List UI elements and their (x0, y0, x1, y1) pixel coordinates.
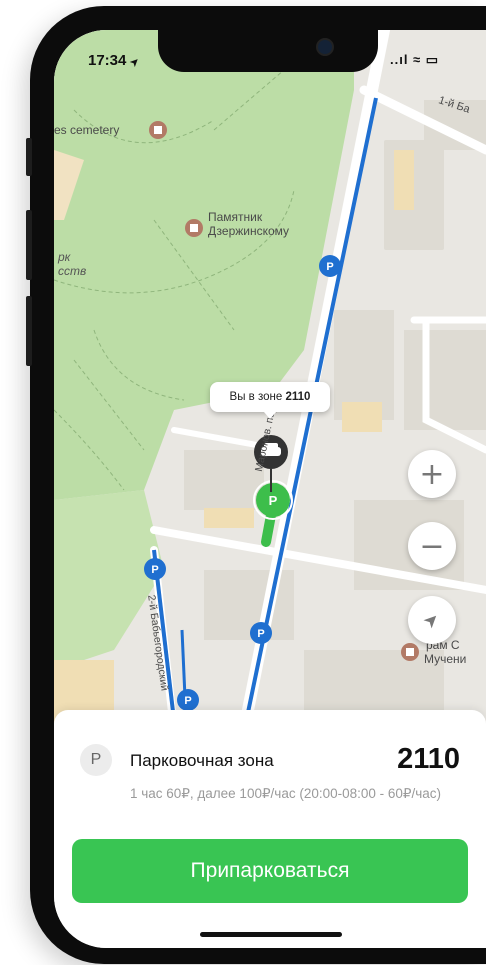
front-camera (316, 38, 334, 56)
map-label-temple-line2: Мучени (424, 652, 467, 666)
svg-text:P: P (184, 695, 191, 707)
monument-poi-icon (185, 219, 203, 237)
map-label-monument-line1: Памятник (208, 210, 263, 224)
zone-callout-prefix: Вы в зоне (229, 391, 283, 403)
svg-text:P: P (269, 493, 278, 508)
tariff-text: 1 час 60₽, далее 100₽/час (20:00-08:00 -… (130, 786, 442, 801)
svg-text:P: P (326, 261, 333, 273)
status-bar-icons: ..ıl ≈ ▭ (390, 52, 440, 67)
zone-callout-number: 2110 (285, 391, 311, 403)
parking-badge-icon: P (80, 744, 112, 776)
home-indicator[interactable] (200, 932, 342, 937)
zoom-in-button[interactable]: + (408, 450, 456, 498)
volume-up-button (26, 210, 32, 280)
temple-poi-icon (401, 643, 419, 661)
zone-number: 2110 (397, 743, 460, 775)
zoom-out-button[interactable]: − (408, 522, 456, 570)
map-label-monument-line2: Дзержинскому (208, 224, 290, 238)
phone-screen: P P P P P es cemetery Памятник Дзержинск… (54, 30, 486, 948)
map-label-park-line2: сств (58, 264, 87, 278)
map-label-park-line1: рк (58, 250, 71, 264)
status-time-text: 17:34 (88, 52, 127, 69)
svg-text:P: P (257, 628, 264, 640)
zone-callout[interactable]: Вы в зоне 2110 (210, 382, 330, 419)
park-button[interactable]: Припарковаться (72, 839, 468, 903)
phone-notch (158, 30, 378, 72)
cemetery-poi-icon (149, 121, 167, 139)
svg-text:P: P (151, 564, 158, 576)
volume-down-button (26, 296, 32, 366)
silent-switch (26, 138, 32, 176)
status-bar-time: 17:34 ➤ (88, 52, 142, 69)
location-arrow-icon: ➤ (419, 607, 445, 633)
my-location-button[interactable]: ➤ (408, 596, 456, 644)
zone-title: Парковочная зона (130, 751, 274, 770)
parking-zone-sheet: P Парковочная зона 2110 1 час 60₽, далее… (54, 710, 486, 948)
map-label-cemetery: es cemetery (54, 123, 120, 137)
